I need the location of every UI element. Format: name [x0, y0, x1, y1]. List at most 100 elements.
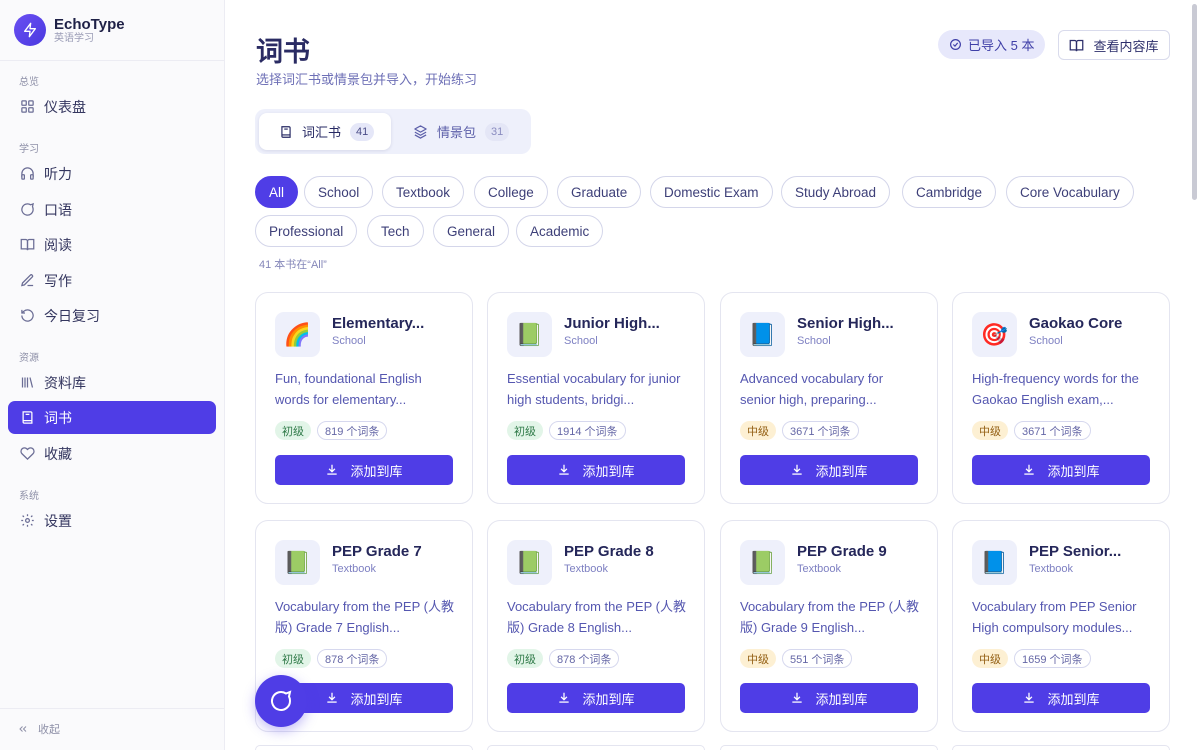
entry-count-badge: 3671 个词条 — [782, 421, 859, 440]
filter-chip-all[interactable]: All — [255, 176, 299, 208]
lightning-bolt-icon — [14, 14, 46, 46]
sidebar-item-daily-review[interactable]: 今日复习 — [8, 299, 216, 332]
entry-count-badge: 3671 个词条 — [1014, 421, 1091, 440]
card-category: School — [1029, 335, 1063, 347]
book-icon — [19, 410, 35, 426]
book-card[interactable]: 📗 PEP Grade 8 Textbook Vocabulary from the … — [487, 520, 705, 732]
sidebar-item-settings[interactable]: 设置 — [8, 504, 216, 537]
page-title: 词书 — [256, 37, 310, 67]
add-to-library-button[interactable]: 添加到库 — [507, 683, 685, 713]
sidebar-item-label: 仪表盘 — [44, 98, 86, 115]
add-to-library-button[interactable]: 添加到库 — [972, 683, 1150, 713]
tab-vocabulary-books[interactable]: 词汇书 41 — [259, 113, 391, 150]
download-icon — [792, 464, 803, 475]
segmented-control: 词汇书 41 情景包 31 — [255, 109, 531, 154]
sidebar-item-favorites[interactable]: 收藏 — [8, 437, 216, 470]
nav-group-system: 系统 — [19, 491, 39, 502]
filter-chip-textbook[interactable]: Textbook — [382, 176, 465, 208]
download-icon — [559, 464, 570, 475]
add-to-library-button[interactable]: 添加到库 — [972, 455, 1150, 485]
brand-name: EchoType — [54, 15, 125, 33]
add-to-library-button[interactable]: 添加到库 — [740, 683, 918, 713]
filter-chip-professional[interactable]: Professional — [255, 215, 358, 247]
level-badge: 中级 — [972, 649, 1008, 668]
sidebar-item-listening[interactable]: 听力 — [8, 157, 216, 190]
sidebar-item-label: 词书 — [44, 409, 72, 426]
card-title: PEP Grade 7 — [332, 543, 422, 560]
card-category: School — [797, 335, 831, 347]
book-card[interactable]: 📗 Junior High... School Essential vocabular… — [487, 292, 705, 504]
book-card[interactable]: 📘 Senior High... School Advanced vocabulary… — [720, 292, 938, 504]
imported-count-badge: 已导入 5 本 — [938, 30, 1046, 59]
card-description: Fun, foundational English words for elem… — [275, 371, 422, 407]
level-badge: 初级 — [275, 649, 311, 668]
add-to-library-button[interactable]: 添加到库 — [507, 455, 685, 485]
book-card[interactable]: 🌈 Elementary... School Fun, foundational En… — [255, 292, 473, 504]
sidebar-item-label: 设置 — [44, 512, 72, 529]
sidebar-item-writing[interactable]: 写作 — [8, 264, 216, 297]
pen-icon — [19, 273, 35, 289]
sidebar-item-speaking[interactable]: 口语 — [8, 193, 216, 226]
book-card[interactable]: 📘 PEP Senior... Textbook Vocabulary from PE… — [952, 520, 1170, 732]
card-peek — [255, 745, 473, 750]
tab-count: 31 — [485, 122, 510, 141]
filter-chip-school[interactable]: School — [304, 176, 374, 208]
book-emoji-icon: 🌈 — [275, 312, 320, 357]
download-icon — [1024, 692, 1035, 703]
collapse-sidebar-button[interactable]: 收起 — [17, 721, 60, 737]
collapse-label: 收起 — [38, 724, 60, 736]
book-card[interactable]: 🎯 Gaokao Core School High-frequency words f… — [952, 292, 1170, 504]
card-description: High-frequency words for the Gaokao Engl… — [972, 371, 1139, 407]
filter-chip-core-vocabulary[interactable]: Core Vocabulary — [1006, 176, 1134, 208]
sidebar-item-wordbooks[interactable]: 词书 — [8, 401, 216, 434]
card-category: Textbook — [1029, 563, 1074, 575]
filter-chip-college[interactable]: College — [474, 176, 548, 208]
gear-icon — [19, 513, 35, 529]
book-card[interactable]: 📗 PEP Grade 9 Textbook Vocabulary from the … — [720, 520, 938, 732]
download-icon — [327, 464, 338, 475]
card-description: Advanced vocabulary for senior high, pre… — [740, 371, 884, 407]
tab-scenario-packs[interactable]: 情景包 31 — [413, 113, 510, 150]
card-category: Textbook — [564, 563, 609, 575]
book-emoji-icon: 📗 — [507, 312, 552, 357]
add-to-library-button[interactable]: 添加到库 — [275, 455, 453, 485]
brand[interactable]: EchoType 英语学习 — [14, 14, 125, 46]
sidebar-item-library[interactable]: 资料库 — [8, 366, 216, 399]
card-category: School — [332, 335, 366, 347]
divider — [0, 708, 224, 709]
main-content: 词书 选择词汇书或情景包并导入，开始练习 已导入 5 本 查看内容库 词汇书 4… — [225, 0, 1188, 750]
scrollbar-thumb[interactable] — [1192, 4, 1197, 200]
level-badge: 初级 — [275, 421, 311, 440]
add-to-library-button[interactable]: 添加到库 — [740, 455, 918, 485]
filter-chip-study-abroad[interactable]: Study Abroad — [781, 176, 891, 208]
card-title: PEP Grade 9 — [797, 543, 887, 560]
card-peek — [720, 745, 938, 750]
scrollbar[interactable] — [1188, 0, 1200, 750]
level-badge: 初级 — [507, 649, 543, 668]
nav-group-resources: 资源 — [19, 353, 39, 364]
open-book-icon — [19, 237, 35, 253]
sidebar-item-dashboard[interactable]: 仪表盘 — [8, 90, 216, 123]
filter-chip-academic[interactable]: Academic — [516, 215, 604, 247]
card-description: Essential vocabulary for junior high stu… — [507, 371, 681, 407]
double-chevron-left-icon — [19, 726, 27, 732]
filter-chip-domestic-exam[interactable]: Domestic Exam — [650, 176, 773, 208]
chat-fab-button[interactable] — [255, 675, 307, 727]
card-description: Vocabulary from the PEP (人教版) Grade 9 En… — [740, 599, 919, 635]
filter-chip-general[interactable]: General — [433, 215, 510, 247]
view-library-button[interactable]: 查看内容库 — [1058, 30, 1170, 60]
library-icon — [19, 375, 35, 391]
card-title: PEP Senior... — [1029, 543, 1122, 560]
filter-chip-tech[interactable]: Tech — [367, 215, 424, 247]
card-peek — [487, 745, 705, 750]
sidebar-item-label: 听力 — [44, 165, 72, 182]
filter-status: 41 本书在“All” — [259, 259, 327, 271]
filter-chip-cambridge[interactable]: Cambridge — [902, 176, 997, 208]
download-icon — [327, 692, 338, 703]
book-icon — [281, 125, 291, 138]
card-title: Junior High... — [564, 315, 660, 332]
filter-chip-graduate[interactable]: Graduate — [557, 176, 642, 208]
sidebar-item-label: 资料库 — [44, 374, 86, 391]
sidebar-item-reading[interactable]: 阅读 — [8, 228, 216, 261]
card-description: Vocabulary from the PEP (人教版) Grade 7 En… — [275, 599, 454, 635]
